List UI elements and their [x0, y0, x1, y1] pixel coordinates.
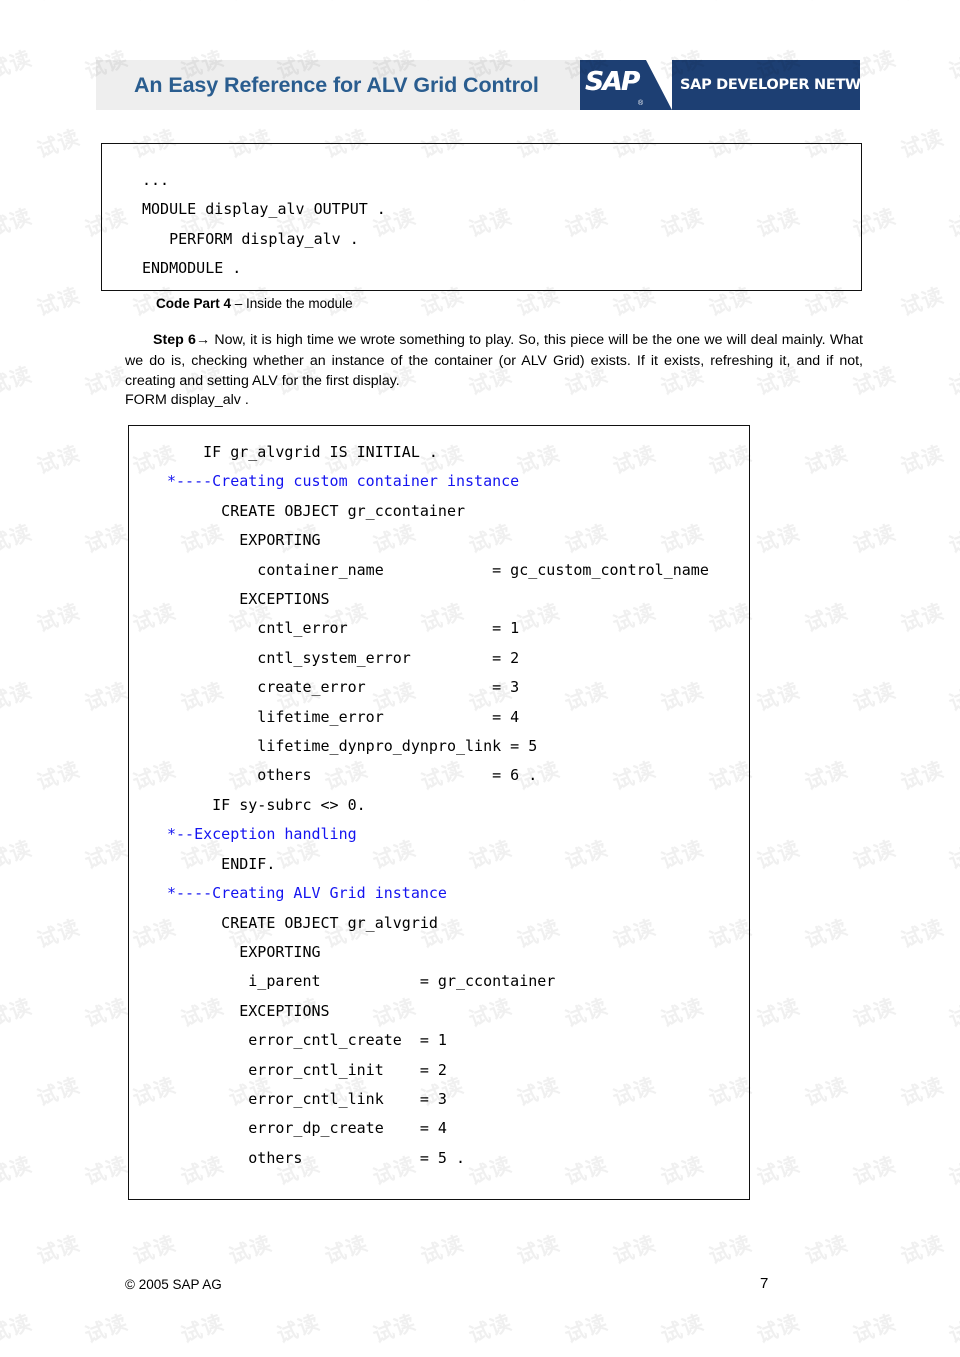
code-line: error_cntl_link = 3 [167, 1089, 447, 1108]
sap-logo-wedge-shape [646, 60, 672, 110]
sap-logo-text: SAP [585, 67, 640, 97]
code-line: IF sy-subrc <> 0. [167, 795, 366, 814]
step-label: Step 6 [153, 332, 196, 348]
code-line: lifetime_dynpro_dynpro_link = 5 [167, 737, 538, 756]
paragraph-body: Now, it is high time we wrote something … [125, 332, 863, 389]
code-line: ENDMODULE . [142, 259, 242, 278]
code-block-display-alv: IF gr_alvgrid IS INITIAL . *----Creating … [128, 425, 750, 1200]
form-declaration-line: FORM display_alv . [125, 392, 249, 408]
page-header-band: An Easy Reference for ALV Grid Control S… [96, 60, 895, 110]
code-line: EXCEPTIONS [167, 1001, 330, 1020]
code-line: others = 5 . [167, 1148, 466, 1167]
arrow-icon: → [195, 332, 211, 348]
sdn-wordmark: SAP DEVELOPER NETWORK [680, 77, 895, 93]
sap-developer-network-logo: SAP ® SAP DEVELOPER NETWORK [580, 60, 895, 110]
caption-rest: – Inside the module [231, 296, 353, 311]
code-line: EXCEPTIONS [167, 590, 330, 609]
code-line: *--Exception handling [167, 825, 357, 844]
footer-page-number: 7 [760, 1275, 769, 1292]
code-line: ENDIF. [167, 854, 276, 873]
code-line: others = 6 . [167, 766, 538, 785]
code-line: MODULE display_alv OUTPUT . [142, 200, 386, 219]
code-line: create_error = 3 [167, 678, 520, 697]
code-block-module: ... MODULE display_alv OUTPUT . PERFORM d… [101, 143, 862, 291]
caption-bold-label: Code Part 4 [156, 296, 232, 311]
code-line: i_parent = gr_ccontainer [167, 972, 556, 991]
code-line: CREATE OBJECT gr_alvgrid [167, 913, 438, 932]
code-line: error_cntl_create = 1 [167, 1031, 447, 1050]
code-line: CREATE OBJECT gr_ccontainer [167, 501, 466, 520]
code-line: cntl_error = 1 [167, 619, 520, 638]
code-line: error_dp_create = 4 [167, 1119, 447, 1138]
code-line: cntl_system_error = 2 [167, 648, 520, 667]
sap-logo-icon: SAP ® [580, 60, 672, 110]
code-line: *----Creating custom container instance [167, 472, 520, 491]
code-line: lifetime_error = 4 [167, 707, 520, 726]
code-line: EXPORTING [167, 531, 321, 550]
code-line: *----Creating ALV Grid instance [167, 884, 447, 903]
registered-trademark-icon: ® [638, 100, 644, 107]
code-line: PERFORM display_alv . [142, 229, 359, 248]
footer-copyright: © 2005 SAP AG [125, 1277, 222, 1292]
code-line: error_cntl_init = 2 [167, 1060, 447, 1079]
code-line: ... [142, 171, 170, 189]
code-line: EXPORTING [167, 942, 321, 961]
document-page: An Easy Reference for ALV Grid Control S… [0, 0, 960, 1357]
code-line: IF gr_alvgrid IS INITIAL . [167, 443, 438, 461]
code-line: container_name = gc_custom_control_name [167, 560, 709, 579]
page-title: An Easy Reference for ALV Grid Control [134, 72, 539, 97]
code-part-4-caption: Code Part 4 – Inside the module [156, 296, 353, 311]
step-6-paragraph: Step 6→ Now, it is high time we wrote so… [125, 330, 863, 392]
